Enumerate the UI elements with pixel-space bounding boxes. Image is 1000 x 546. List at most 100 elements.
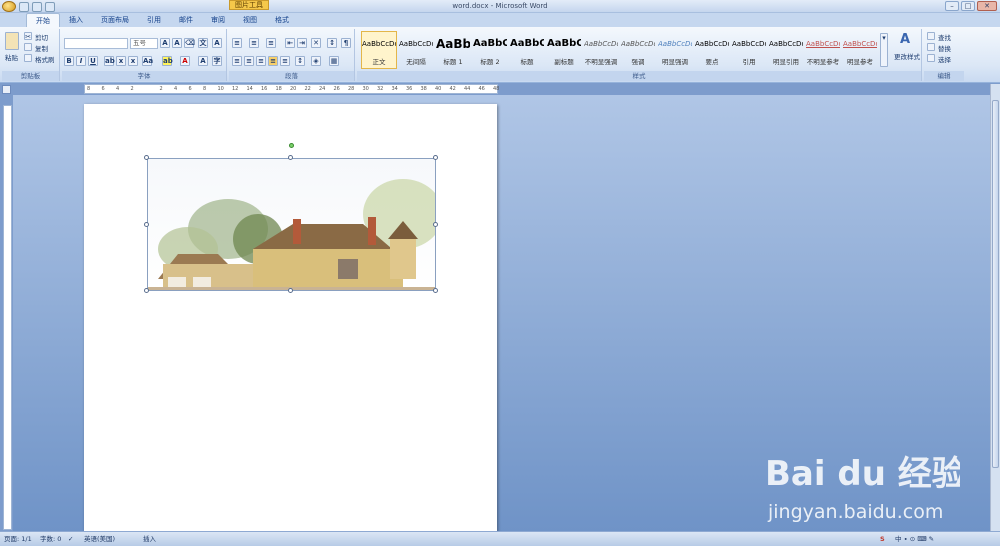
justify-icon[interactable]: ≡ xyxy=(268,56,278,66)
style-gallery-item[interactable]: AaBbC 标题 2 xyxy=(472,31,508,69)
resize-handle-s[interactable] xyxy=(288,288,293,293)
align-right-icon[interactable]: ≡ xyxy=(256,56,266,66)
increase-indent-icon[interactable]: ⇥ xyxy=(297,38,307,48)
enclose-char-icon[interactable]: 字 xyxy=(212,56,222,66)
vertical-scrollbar[interactable] xyxy=(990,84,1000,531)
proofing-icon[interactable]: ✓ xyxy=(68,534,73,545)
style-gallery-item[interactable]: AaBbCcDd 无间隔 xyxy=(398,31,434,69)
resize-handle-n[interactable] xyxy=(288,155,293,160)
font-name-combo[interactable] xyxy=(64,38,128,49)
close-button[interactable]: ✕ xyxy=(977,1,997,11)
clear-format-icon[interactable]: ⌫ xyxy=(184,38,195,48)
find-button[interactable]: 查找 xyxy=(938,32,951,42)
style-gallery-item[interactable]: AaBbCcDd 明显引用 xyxy=(768,31,804,69)
bold-icon[interactable]: B xyxy=(64,56,74,66)
resize-handle-e[interactable] xyxy=(433,222,438,227)
paragraph-group: ≡ ≡ ≡ ⇤ ⇥ ✕ ↕ ¶ ≡ ≡ ≡ ≡ ≡ ↕ ◈ ▦ 段落 xyxy=(229,29,355,81)
style-gallery-item[interactable]: AaBbCcDd 不明显参考 xyxy=(805,31,841,69)
vertical-ruler[interactable] xyxy=(3,105,12,530)
maximize-button[interactable]: □ xyxy=(961,1,975,11)
resize-handle-sw[interactable] xyxy=(144,288,149,293)
shrink-font-icon[interactable]: A xyxy=(172,38,182,48)
bullets-icon[interactable]: ≡ xyxy=(232,38,242,48)
copy-icon xyxy=(24,43,32,51)
tab-view[interactable]: 视图 xyxy=(234,13,266,27)
grow-font-icon[interactable]: A xyxy=(160,38,170,48)
select-button[interactable]: 选择 xyxy=(938,54,951,64)
style-gallery-item[interactable]: AaBbCcDd 不明显强调 xyxy=(583,31,619,69)
decrease-indent-icon[interactable]: ⇤ xyxy=(285,38,295,48)
styles-scroll-icon[interactable]: ▾ xyxy=(880,33,888,67)
scrollbar-thumb[interactable] xyxy=(992,100,999,468)
style-gallery-item[interactable]: AaBbCcDd 引用 xyxy=(731,31,767,69)
italic-icon[interactable]: I xyxy=(76,56,86,66)
style-gallery-item[interactable]: AaBbC 副标题 xyxy=(546,31,582,69)
tab-mailings[interactable]: 邮件 xyxy=(170,13,202,27)
style-gallery-item[interactable]: AaBbC 标题 xyxy=(509,31,545,69)
align-left-icon[interactable]: ≡ xyxy=(232,56,242,66)
inserted-picture[interactable] xyxy=(147,158,436,291)
tab-format[interactable]: 格式 xyxy=(266,13,298,27)
office-button-icon[interactable] xyxy=(2,1,16,12)
change-styles-button[interactable]: 更改样式 xyxy=(894,51,920,61)
replace-button[interactable]: 替换 xyxy=(938,43,951,53)
sort-icon[interactable]: ↕ xyxy=(327,38,337,48)
redo-icon[interactable] xyxy=(45,1,55,12)
paste-button[interactable]: 粘贴 xyxy=(5,52,18,62)
superscript-icon[interactable]: x xyxy=(128,56,138,66)
style-gallery-item[interactable]: AaBbCcDd 明显强调 xyxy=(657,31,693,69)
style-gallery-item[interactable]: AaBbCcDd 明显参考 xyxy=(842,31,878,69)
show-marks-icon[interactable]: ¶ xyxy=(341,38,351,48)
rotation-handle[interactable] xyxy=(289,143,294,148)
numbering-icon[interactable]: ≡ xyxy=(249,38,259,48)
line-spacing-icon[interactable]: ↕ xyxy=(295,56,305,66)
resize-handle-ne[interactable] xyxy=(433,155,438,160)
distribute-icon[interactable]: ≡ xyxy=(280,56,290,66)
change-case-icon[interactable]: Aa xyxy=(142,56,153,66)
tab-selector-icon[interactable] xyxy=(2,85,11,94)
ruler-tick-label: 8 xyxy=(87,86,91,92)
resize-handle-se[interactable] xyxy=(433,288,438,293)
underline-icon[interactable]: U xyxy=(88,56,98,66)
style-name: 明显强调 xyxy=(662,58,688,66)
tab-page-layout[interactable]: 页面布局 xyxy=(92,13,138,27)
tab-insert[interactable]: 插入 xyxy=(60,13,92,27)
align-center-icon[interactable]: ≡ xyxy=(244,56,254,66)
undo-icon[interactable] xyxy=(32,1,42,12)
ime-toolbar-icon[interactable]: 中 ∙ ⊙ ⌨ ✎ xyxy=(895,534,934,545)
word-count[interactable]: 字数: 0 xyxy=(40,534,61,545)
style-gallery-item[interactable]: AaBb 标题 1 xyxy=(435,31,471,69)
horizontal-ruler[interactable]: 8 6 4 2 2 4 6 8 10 12 14 16 18 20 22 24 26 28 30 32 34 36 38 40… xyxy=(84,84,499,94)
page-count[interactable]: 页面: 1/1 xyxy=(4,534,32,545)
font-size-combo[interactable]: 五号 xyxy=(130,38,158,49)
format-painter-button[interactable]: 格式刷 xyxy=(35,54,55,64)
char-shading-icon[interactable]: A xyxy=(198,56,208,66)
cut-button[interactable]: 剪切 xyxy=(35,32,48,42)
highlight-icon[interactable]: ab xyxy=(162,56,173,66)
tab-home[interactable]: 开始 xyxy=(26,13,60,27)
phonetic-icon[interactable]: 文 xyxy=(198,38,208,48)
insert-mode[interactable]: 插入 xyxy=(143,534,156,545)
multilevel-list-icon[interactable]: ≡ xyxy=(266,38,276,48)
tab-review[interactable]: 审阅 xyxy=(202,13,234,27)
char-border-icon[interactable]: A xyxy=(212,38,222,48)
style-gallery-item[interactable]: AaBbCcDd 强调 xyxy=(620,31,656,69)
subscript-icon[interactable]: x xyxy=(116,56,126,66)
style-gallery-item[interactable]: AaBbCcDd 正文 xyxy=(361,31,397,69)
language-status[interactable]: 英语(美国) xyxy=(84,534,115,545)
ime-logo-icon[interactable]: S xyxy=(880,534,885,545)
paragraph-group-label: 段落 xyxy=(229,71,354,81)
tab-references[interactable]: 引用 xyxy=(138,13,170,27)
copy-button[interactable]: 复制 xyxy=(35,43,48,53)
resize-handle-nw[interactable] xyxy=(144,155,149,160)
shading-icon[interactable]: ◈ xyxy=(311,56,321,66)
paste-icon[interactable] xyxy=(5,32,19,50)
save-icon[interactable] xyxy=(19,1,29,12)
resize-handle-w[interactable] xyxy=(144,222,149,227)
strikethrough-icon[interactable]: ab xyxy=(104,56,115,66)
chinese-layout-icon[interactable]: ✕ xyxy=(311,38,321,48)
style-gallery-item[interactable]: AaBbCcDd 要点 xyxy=(694,31,730,69)
font-color-icon[interactable]: A xyxy=(180,56,190,66)
minimize-button[interactable]: – xyxy=(945,1,959,11)
borders-icon[interactable]: ▦ xyxy=(329,56,339,66)
